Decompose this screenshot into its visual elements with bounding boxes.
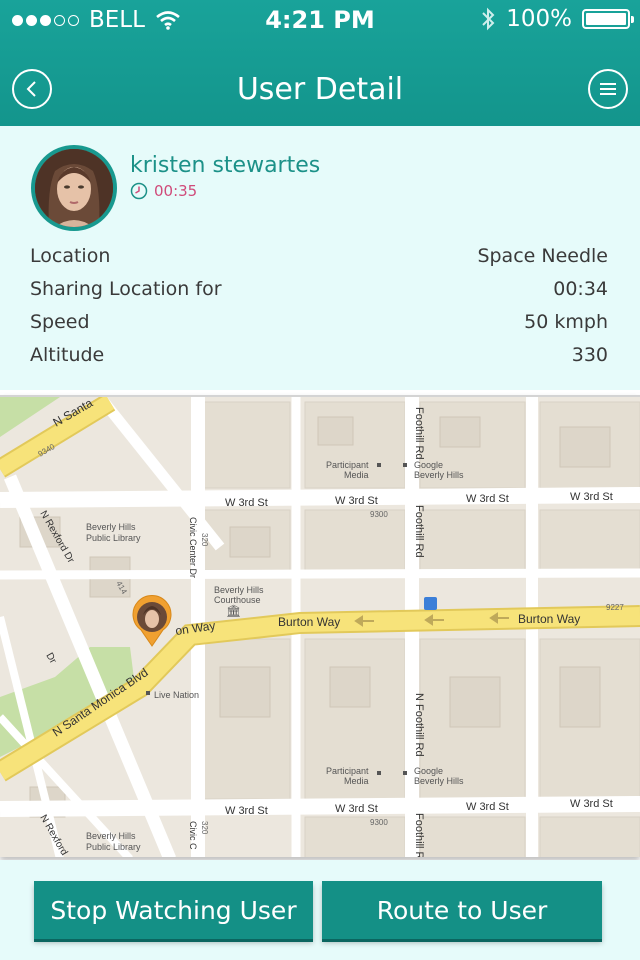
clock-icon [130, 182, 148, 200]
map-label: W 3rd St [570, 491, 613, 503]
detail-row-location: Location Space Needle [30, 245, 608, 275]
map-label: Burton Way [518, 612, 580, 626]
map-label: Foothill Rd [413, 505, 425, 558]
detail-label: Altitude [30, 344, 105, 366]
map-label: Participant [326, 460, 369, 470]
map-label: Beverly Hills [414, 776, 464, 786]
map-label: W 3rd St [335, 495, 378, 507]
map-label: W 3rd St [570, 798, 613, 810]
map-label: Live Nation [154, 690, 199, 700]
hamburger-menu-icon [600, 83, 616, 95]
user-name: kristen stewartes [130, 153, 321, 178]
map-label: W 3rd St [466, 801, 509, 813]
detail-row-speed: Speed 50 kmph [30, 311, 608, 341]
map-label: Beverly Hills [86, 831, 136, 841]
map-label: Google [414, 460, 443, 470]
map-label: 320 [200, 533, 209, 547]
status-bar: BELL 4:21 PM 100% [0, 0, 640, 40]
detail-row-sharing: Sharing Location for 00:34 [30, 278, 608, 308]
detail-value: 00:34 [553, 278, 608, 300]
battery-icon [582, 9, 634, 29]
map-label: N Foothill Rd [413, 693, 425, 757]
detail-value: Space Needle [477, 245, 608, 267]
map-label: Participant [326, 766, 369, 776]
battery-percent: 100% [506, 6, 572, 32]
detail-row-altitude: Altitude 330 [30, 344, 608, 374]
action-bar: Stop Watching User Route to User [0, 860, 640, 960]
route-to-user-button[interactable]: Route to User [322, 881, 602, 939]
map-label: Public Library [86, 842, 141, 852]
map-label: W 3rd St [466, 493, 509, 505]
map-label: Civic C [188, 821, 198, 850]
map-label: Media [344, 776, 369, 786]
avatar-image [35, 149, 113, 227]
user-info-panel: kristen stewartes 00:35 Location Space N… [0, 126, 640, 390]
map-label: 9300 [370, 818, 388, 827]
map-label: Civic Center Dr [188, 517, 198, 578]
map-view[interactable]: 🏛 N Santa 9340 Foothill Rd Participant M… [0, 395, 640, 857]
map-label: 9227 [606, 603, 624, 612]
detail-label: Speed [30, 311, 90, 333]
bluetooth-icon [482, 7, 495, 31]
map-label: W 3rd St [225, 805, 268, 817]
map-label: Burton Way [278, 615, 340, 629]
menu-button[interactable] [588, 69, 628, 109]
avatar [31, 145, 117, 231]
map-label: W 3rd St [335, 803, 378, 815]
map-label: Media [344, 470, 369, 480]
page-title: User Detail [236, 72, 404, 107]
stop-watching-button[interactable]: Stop Watching User [34, 881, 313, 939]
detail-value: 50 kmph [524, 311, 608, 333]
elapsed-value: 00:35 [154, 182, 198, 200]
map-label: Foothill Rd [413, 407, 425, 460]
map-label: Public Library [86, 533, 141, 543]
courthouse-icon: 🏛 [226, 604, 241, 618]
map-label: 9300 [370, 510, 388, 519]
map-label: Foothill R [413, 813, 425, 857]
map-label: Google [414, 766, 443, 776]
detail-label: Location [30, 245, 111, 267]
transit-icon [424, 597, 437, 610]
status-right: 100% [480, 6, 634, 32]
user-elapsed-time: 00:35 [130, 182, 197, 200]
map-label: Beverly Hills [214, 585, 264, 595]
nav-bar: User Detail [0, 50, 640, 126]
map-label: 320 [200, 821, 209, 835]
map-label: W 3rd St [225, 497, 268, 509]
app-header: BELL 4:21 PM 100% User Detail [0, 0, 640, 126]
detail-value: 330 [571, 344, 608, 366]
map-label: Beverly Hills [414, 470, 464, 480]
map-canvas[interactable]: 🏛 N Santa 9340 Foothill Rd Participant M… [0, 397, 640, 857]
map-label: Courthouse [214, 595, 261, 605]
detail-label: Sharing Location for [30, 278, 222, 300]
map-label: Beverly Hills [86, 522, 136, 532]
